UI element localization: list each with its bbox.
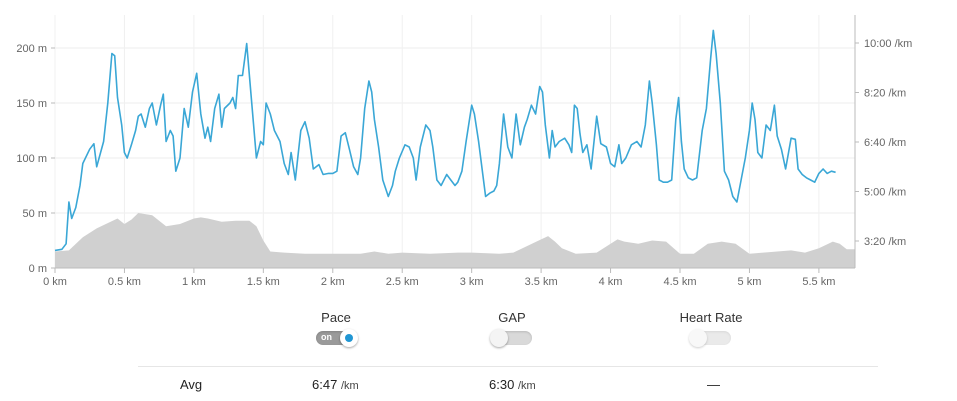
average-row: Avg 6:47 /km 6:30 /km —	[138, 366, 878, 401]
distance-tick-label: 1.5 km	[247, 276, 280, 288]
distance-tick-label: 2 km	[321, 276, 345, 288]
distance-tick-label: 0 km	[43, 276, 67, 288]
avg-pace-value: 6:47	[312, 377, 338, 392]
gap-control: GAP	[452, 310, 572, 350]
distance-axis: 0 km 0.5 km 1 km 1.5 km 2 km 2.5 km 3 km 3.5 km…	[43, 268, 835, 288]
pace-control: Pace on	[276, 310, 396, 350]
distance-tick-label: 0.5 km	[108, 276, 141, 288]
pace-elevation-chart[interactable]: 0 m 50 m 100 m 150 m 200 m 3:20 /km 5:00 /km 6…	[0, 0, 957, 300]
pace-tick-label: 3:20 /km	[864, 236, 906, 248]
pace-toggle[interactable]: on	[316, 329, 358, 347]
avg-gap-unit: /km	[517, 380, 536, 392]
distance-tick-label: 3.5 km	[525, 276, 558, 288]
elevation-area	[55, 213, 855, 268]
distance-tick-label: 1 km	[182, 276, 206, 288]
avg-gap: 6:30 /km	[489, 377, 536, 392]
avg-pace-unit: /km	[340, 380, 359, 392]
pace-tick-label: 6:40 /km	[864, 137, 906, 149]
elevation-axis: 0 m 50 m 100 m 150 m 200 m	[16, 43, 55, 275]
pace-label: Pace	[321, 310, 351, 325]
elevation-tick-label: 150 m	[16, 98, 47, 110]
pace-axis: 3:20 /km 5:00 /km 6:40 /km 8:20 /km 10:00 /k…	[855, 38, 912, 248]
distance-tick-label: 3 km	[460, 276, 484, 288]
toggle-knob	[490, 329, 508, 347]
pace-tick-label: 8:20 /km	[864, 88, 906, 100]
avg-gap-value: 6:30	[489, 377, 515, 392]
distance-tick-label: 2.5 km	[386, 276, 419, 288]
distance-tick-label: 5 km	[738, 276, 762, 288]
heart-rate-control: Heart Rate	[651, 310, 771, 350]
series-toggles: Pace on GAP Heart Rate	[0, 310, 957, 360]
avg-label: Avg	[180, 377, 203, 392]
toggle-knob	[689, 329, 707, 347]
elevation-tick-label: 0 m	[29, 263, 47, 275]
distance-tick-label: 4 km	[599, 276, 623, 288]
elevation-tick-label: 50 m	[23, 208, 47, 220]
pace-tick-label: 5:00 /km	[864, 187, 906, 199]
avg-pace: 6:47 /km	[312, 377, 359, 392]
pace-toggle-text: on	[321, 332, 332, 342]
elevation-tick-label: 100 m	[16, 153, 47, 165]
distance-tick-label: 4.5 km	[663, 276, 696, 288]
elevation-tick-label: 200 m	[16, 43, 47, 55]
pace-line	[54, 29, 836, 252]
heart-rate-label: Heart Rate	[679, 310, 743, 325]
distance-tick-label: 5.5 km	[802, 276, 835, 288]
toggle-knob	[340, 329, 358, 347]
gap-toggle[interactable]	[490, 329, 532, 347]
pace-tick-label: 10:00 /km	[864, 38, 912, 50]
gap-label: GAP	[498, 310, 526, 325]
avg-heart-rate: —	[707, 377, 720, 392]
heart-rate-toggle[interactable]	[689, 329, 731, 347]
